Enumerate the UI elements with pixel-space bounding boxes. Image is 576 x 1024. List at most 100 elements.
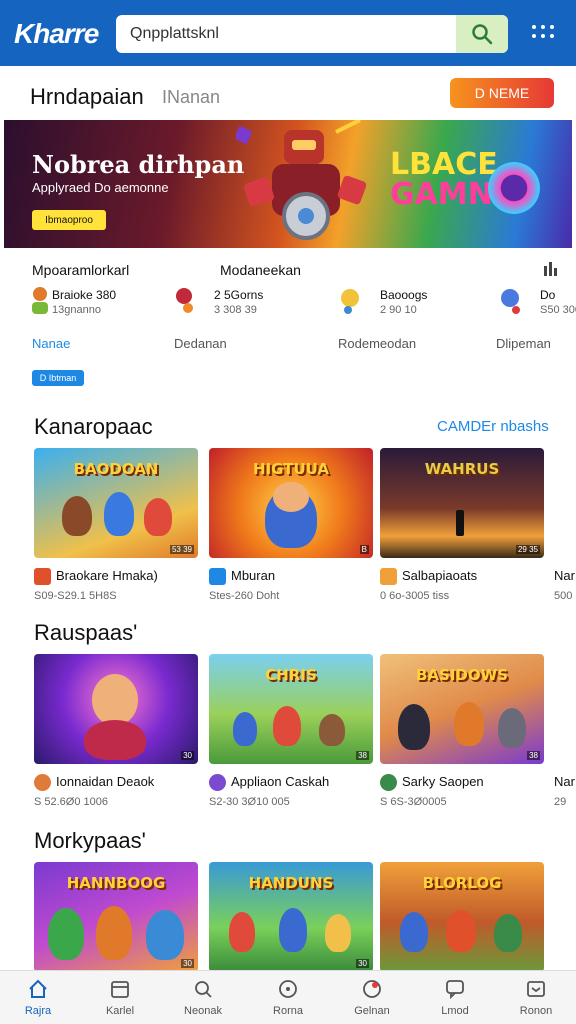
nav-item-home[interactable]: Rajra [8,971,68,1024]
stat-value: Do [540,288,556,302]
banner-button-label: Ibmaoproo [45,214,93,226]
banner-button[interactable]: Ibmaoproo [32,210,106,230]
promo-banner[interactable]: Nobrea dirhpan Applyraed Do aemonne Ibma… [4,120,572,248]
sub-header: Hrndapaian INanan D NEME [0,66,576,120]
grid-menu-icon[interactable] [532,25,554,41]
section-featured: Kanaropaac CAMDEr nbashs BAODOAN 53 39 B… [0,410,576,610]
section-more-link[interactable]: CAMDEr nbashs [437,418,549,435]
tab-home[interactable]: Hrndapaian [30,84,144,110]
section-more-games: Morkypaas' HANNBOOG 30 HANDUNS 30 BLORLO… [0,824,576,970]
game-thumbnail[interactable]: BAODOAN 53 39 [34,448,198,558]
section-popular: Rauspaas' 30 Ionnaidan Deaok S 52.6Ø0 10… [0,616,576,816]
badge-icon [363,980,381,998]
game-thumbnail[interactable]: BASIDOWS 38 [380,654,544,764]
stat-value: Braioke 380 [52,288,117,302]
search-button[interactable] [456,15,508,53]
thumb-title: BLORLOG [422,874,502,892]
compass-icon [279,980,297,998]
game-thumbnail[interactable]: HANDUNS 30 [209,862,373,970]
nav-item-badge[interactable]: Gelnan [342,971,402,1024]
game-meta: S2-30 3Ø10 005 [209,796,290,808]
stats-panel: Mpoaramlorkarl Modaneekan Braioke 380 13… [0,252,576,392]
game-thumbnail[interactable]: 30 [34,654,198,764]
nav-label: Karlel [105,1005,135,1017]
search-bar[interactable]: Qnpplattsknl [116,15,508,53]
thumb-title: WAHRUS [424,460,500,478]
game-thumbnail[interactable]: WAHRUS 29 35 [380,448,544,558]
character-icon [501,289,520,314]
game-thumbnail[interactable]: HANNBOOG 30 [34,862,198,970]
game-meta: S09-S29.1 5H8S [34,590,117,602]
banner-logo-line2: GAMN [390,177,493,212]
character-icon [32,287,48,314]
inbox-icon [527,981,545,997]
top-bar: Kharre Qnpplattsknl [0,0,576,66]
character-icon [176,288,193,313]
game-name: Braokare Hmaka) [34,566,224,586]
filter-pill[interactable]: D Ibtman [32,370,84,386]
thumb-title: BAODOAN [73,460,159,478]
thumb-tag: 29 35 [515,545,540,554]
search-input[interactable]: Qnpplattsknl [130,25,219,43]
nav-label: Neonak [184,1005,222,1017]
nav-label: Gelnan [354,1005,390,1017]
nav-item-chat[interactable]: Lmod [425,971,485,1024]
nav-label: Lmod [441,1005,469,1017]
stats-link[interactable]: Rodemeodan [338,336,416,351]
game-title: Ionnaidan Deaok [56,774,155,789]
game-app-icon [209,568,226,585]
stat-sub: 3 308 39 [214,304,257,316]
header-cta-button[interactable]: D NEME [450,78,554,108]
game-thumbnail[interactable]: CHRIS 38 [209,654,373,764]
game-app-icon [380,774,397,791]
stats-heading-left: Mpoaramlorkarl [32,262,130,278]
thumb-tag: 53 39 [169,545,194,554]
nav-item-compass[interactable]: Rorna [258,971,318,1024]
stat-sub: 13gnanno [52,304,101,316]
chat-icon [446,980,464,999]
thumb-tag: B [359,545,369,554]
nav-label: Ronon [519,1005,553,1017]
character-icon [341,289,359,314]
game-name: Nar [554,566,576,586]
stats-link[interactable]: Dlipeman [496,336,551,351]
thumb-tag: 38 [356,751,369,760]
stats-link[interactable]: Dedanan [174,336,227,351]
stat-value: Baooogs [380,288,428,302]
thumb-tag: 38 [527,751,540,760]
stat-sub: 2 90 10 [380,304,417,316]
nav-item-calendar[interactable]: Karlel [90,971,150,1024]
game-name: Mburan [209,566,399,586]
game-title: Nar [554,774,575,789]
game-name: Appliaon Caskah [209,772,399,792]
game-title: Salbapiaoats [402,568,478,583]
thumb-title: BASIDOWS [416,666,508,684]
game-title: Nar [554,568,575,583]
nav-item-inbox[interactable]: Ronon [506,971,566,1024]
thumb-title: CHRIS [265,666,317,684]
thumb-title: HANNBOOG [66,874,166,892]
game-meta: Stes-260 Doht [209,590,280,602]
nav-label: Rorna [273,1005,303,1017]
app-logo[interactable]: Kharre [14,18,99,50]
search-icon [472,24,493,45]
bar-chart-icon[interactable] [544,262,560,276]
game-app-icon [34,774,51,791]
section-title: Morkypaas' [34,828,146,853]
tab-secondary[interactable]: INanan [162,87,220,108]
game-meta: S 6S-3Ø0005 [380,796,447,808]
app-root: Kharre Qnpplattsknl Hrndapaian INanan D … [0,0,576,1024]
nav-item-search[interactable]: Neonak [173,971,233,1024]
search-icon [195,981,212,998]
banner-title: Nobrea dirhpan [32,150,245,179]
banner-hero-illustration [236,120,367,240]
bottom-nav: Rajra Karlel Neonak Rorna Gelnan Lmod Ro… [0,970,576,1024]
game-app-icon [209,774,226,791]
section-title: Kanaropaac [34,414,153,439]
game-thumbnail[interactable]: BLORLOG [380,862,544,970]
game-thumbnail[interactable]: HIGTUUA B [209,448,373,558]
stats-heading-right: Modaneekan [220,262,301,278]
thumb-tag: 30 [181,959,194,968]
stats-link-home[interactable]: Nanae [32,336,70,351]
section-title: Rauspaas' [34,620,138,645]
